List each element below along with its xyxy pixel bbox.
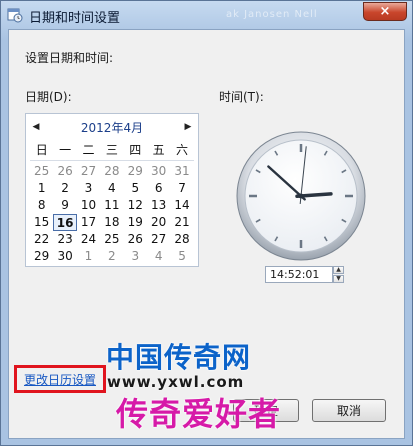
spin-down-icon[interactable]: ▼ <box>333 275 344 283</box>
calendar-week: 22 23 24 25 26 27 28 <box>30 231 194 248</box>
weekday-label: 二 <box>82 143 95 157</box>
cancel-button-label: 取消 <box>336 404 361 418</box>
calendar-day[interactable]: 3 <box>124 248 147 265</box>
next-month-icon[interactable]: ▶ <box>182 120 194 134</box>
calendar-day[interactable]: 3 <box>77 180 100 197</box>
calendar-day[interactable]: 6 <box>147 180 170 197</box>
window-title: 日期和时间设置 <box>29 11 121 26</box>
calendar-day[interactable]: 13 <box>147 197 170 214</box>
watermark-bottom: 传奇爱好者 <box>116 395 282 433</box>
calendar-day-selected[interactable]: 16 <box>53 214 77 231</box>
calendar-week: 1234567 <box>30 180 194 197</box>
calendar-day[interactable]: 27 <box>147 231 170 248</box>
page-heading: 设置日期和时间: <box>25 51 114 65</box>
change-calendar-settings-link[interactable]: 更改日历设置 <box>24 371 96 388</box>
calendar-week: 15 16 17 18 19 20 21 <box>30 214 194 231</box>
calendar-day[interactable]: 9 <box>53 197 76 214</box>
calendar-day[interactable]: 23 <box>53 231 76 248</box>
calendar-day[interactable]: 27 <box>77 163 100 180</box>
cancel-button[interactable]: 取消 <box>312 399 386 422</box>
calendar-day[interactable]: 17 <box>77 214 100 231</box>
analog-clock <box>236 131 366 261</box>
calendar-day[interactable]: 14 <box>170 197 193 214</box>
calendar-month-title[interactable]: 2012年4月 <box>26 119 198 136</box>
close-button[interactable]: × <box>363 2 407 21</box>
weekday-label: 五 <box>152 143 165 157</box>
calendar-grid: 日一二三四五六 25 26 27 28 29 30 31 1 2 3 4 5 6 7 8 9 10 11 12 13 14… <box>30 142 194 265</box>
calendar-day[interactable]: 8 <box>30 197 53 214</box>
spin-up-icon[interactable]: ▲ <box>333 266 344 274</box>
calendar-day[interactable]: 26 <box>53 163 76 180</box>
calendar-day[interactable]: 18 <box>100 214 123 231</box>
calendar-day[interactable]: 4 <box>100 180 123 197</box>
calendar-day[interactable]: 7 <box>170 180 193 197</box>
calendar-day[interactable]: 12 <box>124 197 147 214</box>
calendar-day[interactable]: 21 <box>170 214 193 231</box>
calendar-day[interactable]: 1 <box>30 180 53 197</box>
clock-center <box>298 193 304 199</box>
close-icon: × <box>379 4 391 19</box>
time-spinner[interactable]: ▲ ▼ <box>333 266 344 283</box>
calendar-clock-icon <box>7 8 23 23</box>
time-value: 14:52:01 <box>270 268 320 281</box>
weekday-label: 日 <box>35 143 48 157</box>
title-background-text: ak Janosen Nell <box>226 9 318 20</box>
watermark-top: 中国传奇网 <box>106 341 252 374</box>
calendar-day[interactable]: 10 <box>77 197 100 214</box>
calendar-day[interactable]: 2 <box>100 248 123 265</box>
calendar-day[interactable]: 5 <box>124 180 147 197</box>
calendar-week: 25 26 27 28 29 30 31 <box>30 163 194 180</box>
calendar-day[interactable]: 31 <box>170 163 193 180</box>
calendar-day[interactable]: 11 <box>100 197 123 214</box>
calendar-week: 29 30 1 2 3 4 5 <box>30 248 194 265</box>
calendar-day[interactable]: 29 <box>30 248 53 265</box>
calendar-day[interactable]: 28 <box>100 163 123 180</box>
calendar-day[interactable]: 26 <box>124 231 147 248</box>
calendar-week: 8 9 10 11 12 13 14 <box>30 197 194 214</box>
weekday-label: 六 <box>176 143 189 157</box>
date-label: 日期(D): <box>25 90 72 104</box>
weekday-header: 日一二三四五六 <box>30 142 194 159</box>
change-calendar-link-highlight: 更改日历设置 <box>14 365 106 393</box>
weekday-label: 一 <box>59 143 72 157</box>
calendar-day[interactable]: 20 <box>147 214 170 231</box>
calendar-day[interactable]: 30 <box>53 248 76 265</box>
calendar-header: ◀ 2012年4月 ▶ <box>26 118 198 136</box>
weekday-divider <box>30 160 194 161</box>
calendar-day[interactable]: 22 <box>30 231 53 248</box>
time-input[interactable]: 14:52:01 <box>265 266 333 283</box>
calendar-day[interactable]: 28 <box>170 231 193 248</box>
calendar-day[interactable]: 1 <box>77 248 100 265</box>
calendar-day[interactable]: 24 <box>77 231 100 248</box>
date-calendar[interactable]: ◀ 2012年4月 ▶ 日一二三四五六 25 26 27 28 29 30 31 1 2 3 4 5 6 7… <box>25 113 199 267</box>
date-time-settings-window: 日期和时间设置 ak Janosen Nell × 设置日期和时间: 日期(D)… <box>0 0 413 446</box>
calendar-day[interactable]: 25 <box>30 163 53 180</box>
calendar-day[interactable]: 19 <box>124 214 147 231</box>
calendar-day[interactable]: 15 <box>30 214 53 231</box>
calendar-day[interactable]: 30 <box>147 163 170 180</box>
calendar-day[interactable]: 25 <box>100 231 123 248</box>
time-label: 时间(T): <box>219 90 264 104</box>
calendar-day[interactable]: 4 <box>147 248 170 265</box>
title-bar[interactable]: 日期和时间设置 ak Janosen Nell × <box>1 1 412 29</box>
weekday-label: 三 <box>105 143 118 157</box>
calendar-day[interactable]: 2 <box>53 180 76 197</box>
weekday-label: 四 <box>129 143 142 157</box>
calendar-day[interactable]: 5 <box>170 248 193 265</box>
calendar-day[interactable]: 29 <box>124 163 147 180</box>
